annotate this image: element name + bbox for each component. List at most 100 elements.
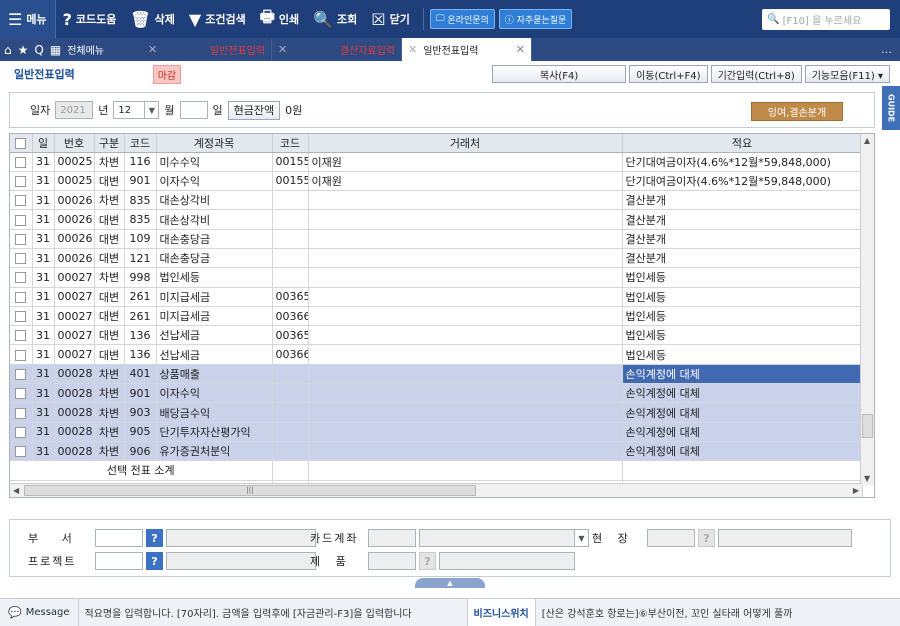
table-row[interactable]: 31 00028 차변 905 단기투자자산평가익 손익계정에 대체	[10, 422, 874, 442]
period-input-button[interactable]: 기간입력(Ctrl+8)	[710, 65, 802, 83]
tab-closing-data[interactable]: ✕ 결산자료입력	[272, 38, 402, 61]
table-row[interactable]: 31 00026 대변 835 대손상각비 결산분개	[10, 209, 874, 230]
cell-partner-code[interactable]	[272, 209, 309, 230]
cell-memo[interactable]: 손익계정에 대체	[622, 441, 863, 462]
cell-partner-code[interactable]: 00366	[272, 306, 309, 327]
cell-memo[interactable]: 단기대여금이자(4.6%*12월*59,848,000)	[622, 171, 863, 192]
table-row[interactable]: 31 00027 대변 261 미지급세금 00366 법인세등	[10, 306, 874, 327]
vertical-scrollbar[interactable]: ▲ ▼	[860, 134, 874, 485]
cell-number[interactable]: 00027	[54, 287, 95, 307]
cell-day[interactable]: 31	[32, 441, 55, 462]
cell-memo[interactable]: 단기대여금이자(4.6%*12월*59,848,000)	[622, 152, 863, 172]
cell-account[interactable]: 대손충당금	[156, 229, 273, 249]
table-row[interactable]: 31 00028 차변 401 상품매출 손익계정에 대체	[10, 364, 874, 385]
cell-number[interactable]: 00026	[54, 229, 95, 249]
cell-memo[interactable]: 손익계정에 대체	[622, 422, 863, 442]
cell-division[interactable]: 차변	[94, 441, 125, 462]
cell-account[interactable]: 선납세금	[156, 344, 273, 365]
row-checkbox[interactable]	[10, 171, 33, 192]
table-row[interactable]: 31 00026 차변 835 대손상각비 결산분개	[10, 190, 874, 211]
cell-partner-code[interactable]	[272, 422, 309, 442]
cell-account[interactable]: 이자수익	[156, 383, 273, 404]
cell-account[interactable]: 미지급세금	[156, 287, 273, 307]
cell-division[interactable]: 대변	[94, 287, 125, 307]
biz-switch-button[interactable]: 비즈니스위치	[466, 598, 536, 626]
home-icon[interactable]: ⌂	[4, 43, 12, 57]
cell-memo[interactable]: 법인세등	[622, 306, 863, 327]
cell-day[interactable]: 31	[32, 190, 55, 211]
scroll-right-icon[interactable]: ▶	[853, 486, 859, 495]
close-button[interactable]: ☒ 닫기	[364, 0, 417, 38]
cell-partner-code[interactable]	[272, 248, 309, 269]
cell-division[interactable]: 대변	[94, 229, 125, 249]
guide-tab[interactable]: GUIDE	[882, 86, 900, 130]
more-tabs-icon[interactable]: …	[873, 38, 900, 61]
cell-partner[interactable]	[308, 287, 623, 307]
cell-division[interactable]: 차변	[94, 152, 125, 172]
delete-button[interactable]: 🗑 삭제	[123, 0, 182, 38]
cell-partner[interactable]: 이재원	[308, 171, 623, 192]
tab-close-icon[interactable]: ✕	[278, 43, 287, 56]
cell-partner-code[interactable]: 00365	[272, 325, 309, 346]
cell-partner[interactable]: 이재원	[308, 152, 623, 172]
row-checkbox[interactable]	[10, 267, 33, 288]
cell-partner[interactable]	[308, 209, 623, 230]
cell-account-code[interactable]: 261	[124, 306, 157, 327]
table-row[interactable]: 31 00027 대변 136 선납세금 00365 법인세등	[10, 325, 874, 346]
news-ticker[interactable]: [산은 강석훈호 항로는]⑥부산이전, 꼬인 실타래 어떻게 풀까	[536, 605, 799, 620]
cell-number[interactable]: 00028	[54, 402, 95, 423]
cell-division[interactable]: 차변	[94, 267, 125, 288]
row-checkbox[interactable]	[10, 190, 33, 211]
cell-partner-code[interactable]: 00155	[272, 171, 309, 192]
online-inquiry-button[interactable]: 🖵 온라인문의	[429, 9, 495, 29]
cell-account-code[interactable]: 401	[124, 364, 157, 385]
cell-day[interactable]: 31	[32, 267, 55, 288]
cell-account[interactable]: 대손상각비	[156, 209, 273, 230]
cell-day[interactable]: 31	[32, 171, 55, 192]
cell-partner-code[interactable]	[272, 190, 309, 211]
cell-account-code[interactable]: 903	[124, 402, 157, 423]
table-row[interactable]: 31 00027 차변 998 법인세등 법인세등	[10, 267, 874, 288]
tab-close-icon[interactable]: ✕	[408, 43, 417, 56]
cell-partner-code[interactable]: 00365	[272, 287, 309, 307]
table-row[interactable]: 31 00025 차변 116 미수수익 00155 이재원 단기대여금이자(4.6%*12월…	[10, 152, 874, 172]
cell-partner-code[interactable]: 00155	[272, 152, 309, 172]
row-checkbox[interactable]	[10, 441, 33, 462]
cell-number[interactable]: 00027	[54, 267, 95, 288]
menu-search-input[interactable]: 🔍 [F10] 을 누르세요	[762, 9, 890, 30]
cash-balance-button[interactable]: 현금잔액	[227, 100, 281, 120]
table-row[interactable]: 31 00028 차변 901 이자수익 손익계정에 대체	[10, 383, 874, 404]
cell-partner-code[interactable]	[272, 229, 309, 249]
project-code-input[interactable]	[95, 552, 143, 570]
cell-account-code[interactable]: 121	[124, 248, 157, 269]
print-button[interactable]: 🖶 인쇄	[253, 0, 306, 38]
faq-button[interactable]: ⓘ 자주묻는질문	[498, 9, 573, 29]
cell-partner[interactable]	[308, 306, 623, 327]
cell-partner-code[interactable]	[272, 364, 309, 385]
cell-division[interactable]: 대변	[94, 344, 125, 365]
month-select[interactable]: 12	[113, 101, 146, 119]
cell-day[interactable]: 31	[32, 229, 55, 249]
cell-day[interactable]: 31	[32, 209, 55, 230]
row-checkbox[interactable]	[10, 306, 33, 327]
cell-memo[interactable]: 결산분개	[622, 248, 863, 269]
cell-number[interactable]: 00028	[54, 441, 95, 462]
cell-number[interactable]: 00028	[54, 383, 95, 404]
row-checkbox[interactable]	[10, 248, 33, 269]
cell-partner[interactable]	[308, 402, 623, 423]
cell-memo[interactable]: 법인세등	[622, 344, 863, 365]
cell-account[interactable]: 대손충당금	[156, 248, 273, 269]
surplus-deficit-entry-button[interactable]: 잉여,결손분개	[751, 102, 843, 121]
cell-number[interactable]: 00028	[54, 364, 95, 385]
cell-number[interactable]: 00028	[54, 422, 95, 442]
row-checkbox[interactable]	[10, 383, 33, 404]
copy-button[interactable]: 복사(F4)	[492, 65, 627, 83]
cell-number[interactable]: 00025	[54, 152, 95, 172]
row-checkbox[interactable]	[10, 364, 33, 385]
collapse-panel-icon[interactable]: ▲	[415, 578, 485, 588]
cell-account[interactable]: 상품매출	[156, 364, 273, 385]
query-button[interactable]: 🔍 조회	[306, 0, 364, 38]
star-icon[interactable]: ★	[18, 43, 29, 57]
cell-partner-code[interactable]	[272, 267, 309, 288]
cell-partner[interactable]	[308, 344, 623, 365]
